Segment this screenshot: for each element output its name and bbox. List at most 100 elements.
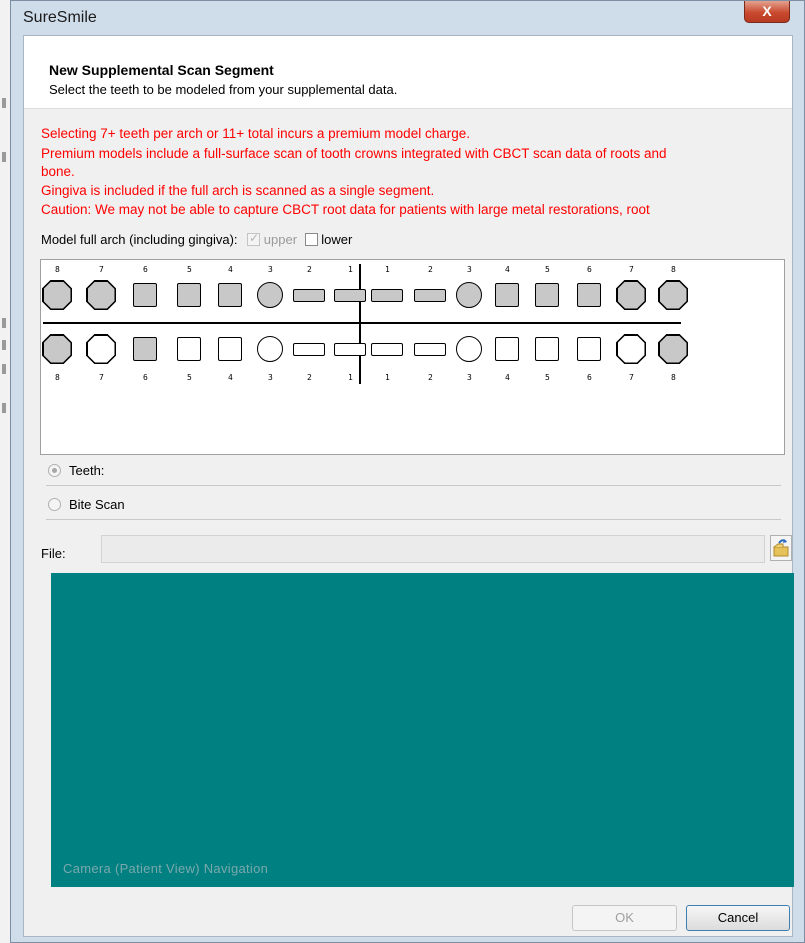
lower-tooth-number: 3 <box>467 373 472 382</box>
upper-tooth-number: 7 <box>629 265 634 274</box>
lower-tooth-number: 5 <box>545 373 550 382</box>
upper-arch-label: upper <box>263 232 298 247</box>
lower-tooth[interactable] <box>42 334 72 364</box>
full-arch-label: Model full arch (including gingiva): <box>41 232 238 247</box>
tooth-fill <box>43 335 71 363</box>
dialog-client: New Supplemental Scan Segment Select the… <box>23 35 794 937</box>
upper-tooth[interactable] <box>535 283 559 307</box>
lower-tooth[interactable] <box>577 337 601 361</box>
lower-tooth-number: 7 <box>99 373 104 382</box>
lower-tooth[interactable] <box>456 336 482 362</box>
lower-tooth[interactable] <box>658 334 688 364</box>
upper-tooth-number: 2 <box>428 265 433 274</box>
lower-tooth[interactable] <box>371 342 403 356</box>
title-bar[interactable]: SureSmile X <box>11 1 804 35</box>
teeth-radio[interactable] <box>48 464 61 477</box>
dialog-header: New Supplemental Scan Segment Select the… <box>24 36 792 109</box>
upper-tooth-number: 2 <box>307 265 312 274</box>
upper-tooth-number: 6 <box>587 265 592 274</box>
warning-line: bone. <box>41 164 75 179</box>
lower-tooth[interactable] <box>257 336 283 362</box>
browse-file-button[interactable] <box>770 535 792 561</box>
lower-tooth[interactable] <box>616 334 646 364</box>
upper-tooth[interactable] <box>42 280 72 310</box>
upper-tooth-number: 8 <box>55 265 60 274</box>
upper-arch-checkbox[interactable] <box>247 231 261 246</box>
bite-scan-option[interactable]: Bite Scan <box>48 497 125 512</box>
upper-tooth-number: 6 <box>143 265 148 274</box>
3d-viewport[interactable]: Camera (Patient View) Navigation <box>51 573 794 887</box>
upper-tooth[interactable] <box>371 288 403 302</box>
upper-tooth[interactable] <box>177 283 201 307</box>
upper-tooth-number: 3 <box>268 265 273 274</box>
tooth-fill <box>617 281 645 309</box>
upper-tooth-number: 8 <box>671 265 676 274</box>
lower-tooth-number: 6 <box>143 373 148 382</box>
tooth-fill <box>43 281 71 309</box>
lower-tooth-number: 4 <box>505 373 510 382</box>
cancel-button[interactable]: Cancel <box>686 905 790 931</box>
lower-tooth-number: 4 <box>228 373 233 382</box>
upper-tooth[interactable] <box>293 288 325 302</box>
divider <box>46 519 781 520</box>
bite-scan-radio[interactable] <box>48 498 61 511</box>
upper-tooth[interactable] <box>616 280 646 310</box>
upper-tooth-number: 3 <box>467 265 472 274</box>
close-icon: X <box>762 3 772 19</box>
warning-line: Selecting 7+ teeth per arch or 11+ total… <box>41 126 470 141</box>
upper-tooth[interactable] <box>456 282 482 308</box>
lower-tooth[interactable] <box>133 337 157 361</box>
dialog-window: SureSmile X New Supplemental Scan Segmen… <box>10 0 805 943</box>
lower-tooth[interactable] <box>334 342 366 356</box>
file-label: File: <box>41 546 66 561</box>
warning-line: Premium models include a full-surface sc… <box>41 146 667 161</box>
upper-tooth-number: 4 <box>228 265 233 274</box>
upper-tooth[interactable] <box>218 283 242 307</box>
lower-tooth-number: 6 <box>587 373 592 382</box>
lower-tooth[interactable] <box>293 342 325 356</box>
teeth-option[interactable]: Teeth: <box>48 463 104 478</box>
upper-tooth[interactable] <box>257 282 283 308</box>
close-button[interactable]: X <box>744 1 790 23</box>
lower-tooth-number: 2 <box>307 373 312 382</box>
window-title: SureSmile <box>23 9 97 26</box>
lower-arch-label: lower <box>321 232 353 247</box>
lower-tooth-number: 5 <box>187 373 192 382</box>
full-arch-options: Model full arch (including gingiva): upp… <box>41 231 353 247</box>
lower-tooth-number: 8 <box>55 373 60 382</box>
upper-tooth-number: 1 <box>385 265 390 274</box>
upper-tooth[interactable] <box>414 288 446 302</box>
upper-tooth-number: 7 <box>99 265 104 274</box>
dialog-heading: New Supplemental Scan Segment <box>49 62 274 78</box>
upper-tooth[interactable] <box>133 283 157 307</box>
upper-tooth[interactable] <box>577 283 601 307</box>
lower-tooth-number: 7 <box>629 373 634 382</box>
upper-tooth[interactable] <box>495 283 519 307</box>
tooth-fill <box>617 335 645 363</box>
tooth-fill <box>659 335 687 363</box>
upper-tooth[interactable] <box>86 280 116 310</box>
upper-tooth[interactable] <box>658 280 688 310</box>
bite-scan-label: Bite Scan <box>69 497 125 512</box>
lower-tooth-number: 1 <box>348 373 353 382</box>
lower-tooth[interactable] <box>86 334 116 364</box>
ok-button[interactable]: OK <box>572 905 677 931</box>
lower-arch-checkbox[interactable] <box>304 233 318 246</box>
lower-tooth[interactable] <box>414 342 446 356</box>
lower-tooth-number: 2 <box>428 373 433 382</box>
upper-tooth-number: 4 <box>505 265 510 274</box>
lower-tooth[interactable] <box>218 337 242 361</box>
lower-tooth[interactable] <box>495 337 519 361</box>
upper-tooth-number: 5 <box>187 265 192 274</box>
folder-open-icon <box>773 539 789 557</box>
upper-tooth-number: 5 <box>545 265 550 274</box>
tooth-chart: 8 7 6 5 4 3 2 1 1 2 3 4 5 6 7 8 8 7 6 5 4 3 2 1 1 2 3 4 5 6 7 8 <box>40 259 785 455</box>
viewport-caption: Camera (Patient View) Navigation <box>63 861 269 876</box>
lower-tooth[interactable] <box>177 337 201 361</box>
tooth-fill <box>87 281 115 309</box>
warning-line: Gingiva is included if the full arch is … <box>41 183 435 198</box>
tooth-fill <box>659 281 687 309</box>
lower-tooth[interactable] <box>535 337 559 361</box>
upper-tooth[interactable] <box>334 288 366 302</box>
file-path-input[interactable] <box>101 535 765 563</box>
